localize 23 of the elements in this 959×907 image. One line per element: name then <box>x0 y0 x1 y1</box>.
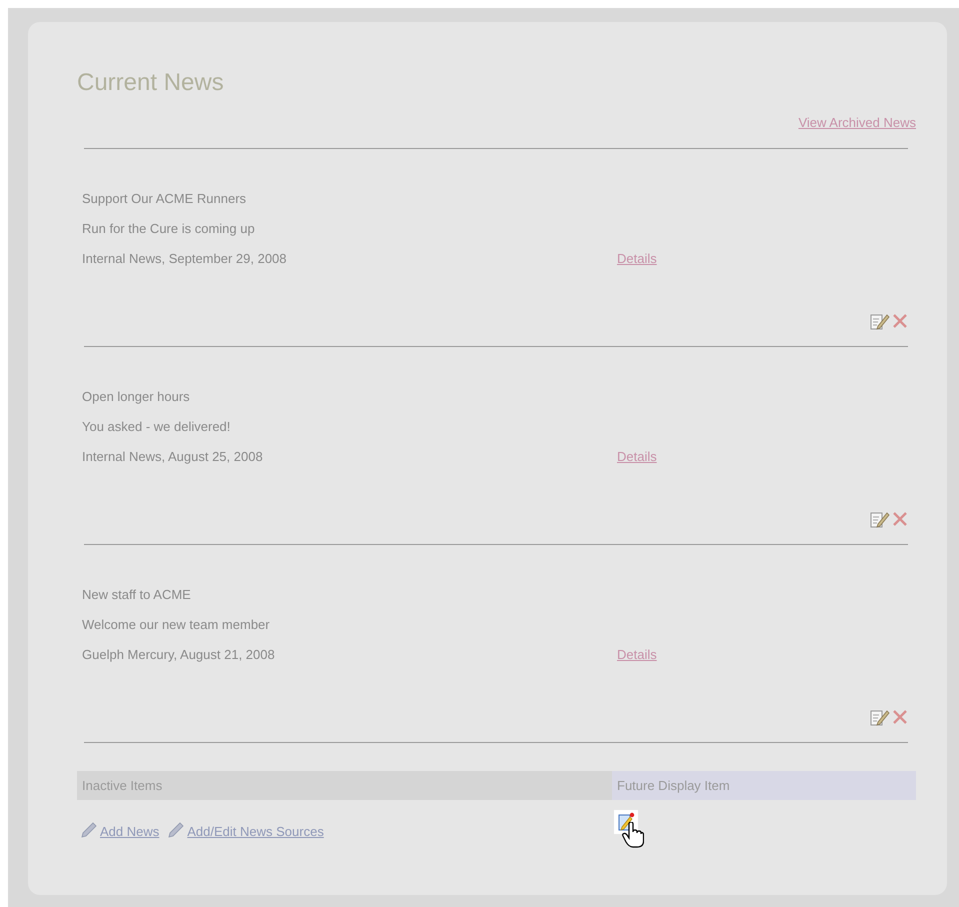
details-link[interactable]: Details <box>617 442 657 472</box>
news-headline: Support Our ACME Runners <box>81 190 248 208</box>
news-headline: New staff to ACME <box>81 586 192 604</box>
news-summary: Welcome our new team member <box>81 616 271 634</box>
news-summary: Run for the Cure is coming up <box>81 220 256 238</box>
table-header: Inactive Items <box>77 771 612 800</box>
page-title: Current News <box>77 68 225 98</box>
news-headline: Open longer hours <box>81 388 191 406</box>
news-source-date: Internal News, August 25, 2008 <box>82 448 264 466</box>
delete-icon[interactable] <box>892 709 908 725</box>
pencil-icon <box>167 821 186 839</box>
news-source-date: Guelph Mercury, August 21, 2008 <box>82 646 276 664</box>
news-source-date: Internal News, September 29, 2008 <box>82 250 288 268</box>
view-archived-link[interactable]: View Archived News <box>798 115 916 130</box>
add-link[interactable]: Add/Edit News Sources <box>187 824 324 839</box>
details-link[interactable]: Details <box>617 640 657 670</box>
pencil-icon <box>80 821 98 839</box>
delete-icon[interactable] <box>892 313 908 329</box>
delete-icon[interactable] <box>892 511 908 527</box>
news-summary: You asked - we delivered! <box>81 418 232 436</box>
table-header: Future Display Item <box>612 771 916 800</box>
add-link[interactable]: Add News <box>100 824 160 839</box>
details-link[interactable]: Details <box>617 244 657 274</box>
